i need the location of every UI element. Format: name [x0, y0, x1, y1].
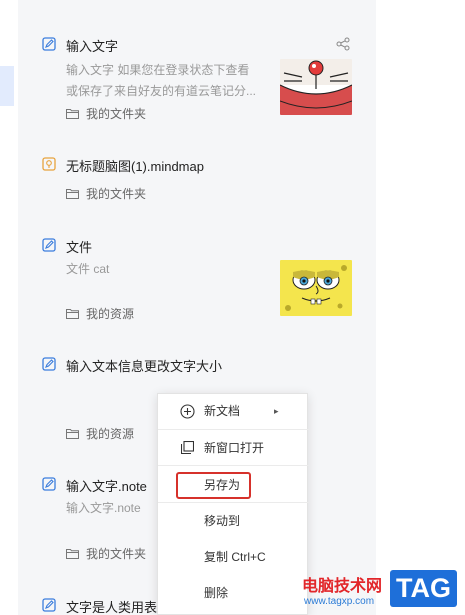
- note-title: 无标题脑图(1).mindmap: [66, 159, 204, 174]
- folder-label: 我的文件夹: [86, 107, 147, 121]
- editor-pane: [376, 0, 465, 615]
- plus-circle-icon: [180, 404, 195, 419]
- folder-icon: [66, 429, 79, 439]
- note-preview: 输入文字 如果您在登录状态下查看: [66, 63, 250, 77]
- note-preview: 文件 cat: [66, 262, 110, 276]
- menu-item-move-to[interactable]: 移动到: [158, 507, 309, 535]
- menu-divider: [158, 465, 309, 466]
- new-window-icon: [181, 441, 194, 454]
- note-title: 文字是人类用表达: [66, 600, 171, 615]
- mindmap-icon: [42, 157, 56, 171]
- note-title: 文件: [66, 240, 93, 255]
- menu-item-delete[interactable]: 删除: [158, 579, 309, 607]
- doraemon-thumbnail: [280, 59, 352, 115]
- menu-label: 删除: [204, 586, 229, 600]
- menu-label: 新窗口打开: [204, 441, 265, 455]
- menu-divider: [158, 502, 309, 503]
- folder-icon: [66, 309, 79, 319]
- left-sidebar: [0, 0, 18, 615]
- folder-icon: [66, 109, 79, 119]
- folder-label: 我的资源: [86, 307, 135, 321]
- folder-icon: [66, 549, 79, 559]
- watermark: 电脑技术网 www.tagxp.com TAG: [296, 570, 465, 615]
- note-preview: 输入文字.note: [66, 501, 141, 515]
- menu-item-copy[interactable]: 复制 Ctrl+C: [158, 543, 309, 571]
- note-icon: [42, 357, 56, 371]
- note-title: 输入文字: [66, 39, 119, 54]
- menu-item-new-doc[interactable]: 新文档 ▸: [158, 397, 309, 425]
- note-icon: [42, 238, 56, 252]
- watermark-tag-logo: TAG: [390, 570, 457, 607]
- watermark-url: www.tagxp.com: [304, 596, 375, 607]
- folder-icon: [66, 189, 79, 199]
- note-title: 输入文字.note: [66, 479, 147, 494]
- menu-item-open-new-window[interactable]: 新窗口打开: [158, 434, 309, 462]
- spongebob-thumbnail: [280, 260, 352, 316]
- folder-label: 我的资源: [86, 427, 135, 441]
- submenu-arrow-icon: ▸: [274, 406, 279, 416]
- note-item[interactable]: 无标题脑图(1).mindmap 我的文件夹: [18, 128, 376, 208]
- folder-label: 我的文件夹: [86, 547, 147, 561]
- save-as-highlight-box: [176, 472, 251, 499]
- note-icon: [42, 477, 56, 491]
- share-icon[interactable]: [336, 37, 350, 51]
- menu-label: 新文档: [204, 404, 241, 418]
- menu-label: 复制 Ctrl+C: [204, 550, 266, 564]
- note-item[interactable]: 文件 文件 cat 我的资源: [18, 208, 376, 328]
- note-item[interactable]: 输入文字 输入文字 如果您在登录状态下查看 或保存了来自好友的有道云笔记分...…: [18, 0, 376, 128]
- note-preview: 或保存了来自好友的有道云笔记分...: [66, 84, 257, 98]
- note-icon: [42, 37, 56, 51]
- context-menu: 新文档 ▸ 新窗口打开 另存为 移动到 复制 Ctrl+C 删除: [157, 393, 309, 615]
- menu-label: 移动到: [204, 514, 241, 528]
- sidebar-selected-indicator: [0, 66, 14, 106]
- note-icon: [42, 598, 56, 612]
- folder-label: 我的文件夹: [86, 187, 147, 201]
- note-title: 输入文本信息更改文字大小: [66, 359, 223, 374]
- watermark-title: 电脑技术网: [302, 578, 383, 595]
- menu-divider: [158, 429, 309, 430]
